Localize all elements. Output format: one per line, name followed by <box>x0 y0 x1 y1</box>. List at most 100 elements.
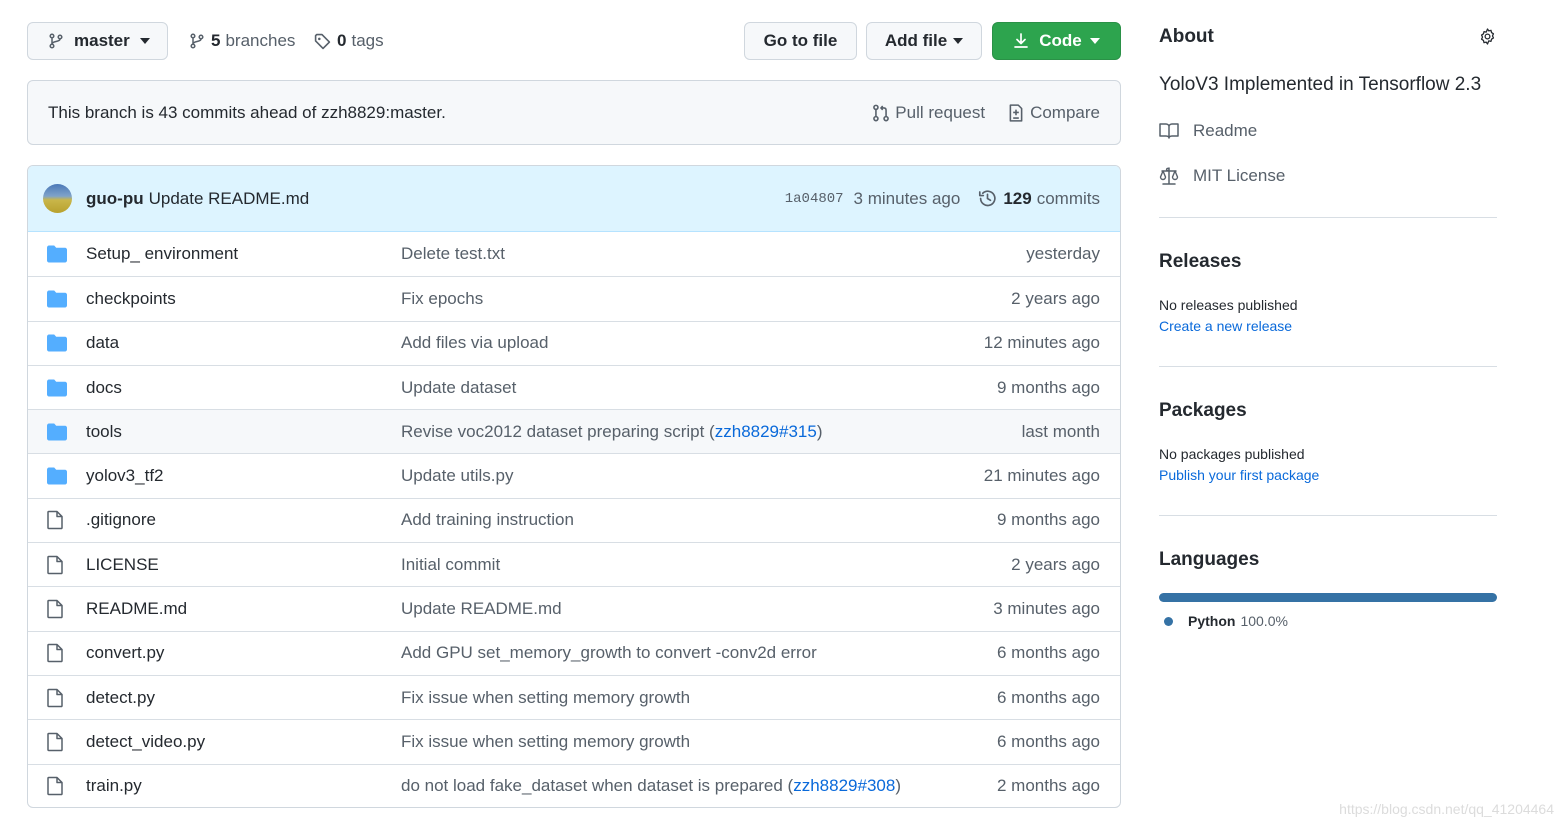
compare-link[interactable]: Compare <box>1007 103 1100 123</box>
file-commit-age: 9 months ago <box>996 510 1100 530</box>
go-to-file-label: Go to file <box>763 31 838 50</box>
file-row[interactable]: data Add files via upload 12 minutes ago <box>28 320 1120 365</box>
law-icon <box>1159 167 1179 185</box>
diff-icon <box>1009 103 1023 122</box>
chevron-down-icon <box>139 38 150 44</box>
pull-request-icon <box>873 104 890 121</box>
commit-message-text: do not load fake_dataset when dataset is… <box>401 776 794 796</box>
about-heading: About <box>1159 26 1214 47</box>
file-name-link[interactable]: Setup_ environment <box>86 244 238 264</box>
file-row[interactable]: detect_video.py Fix issue when setting me… <box>28 719 1120 763</box>
file-icon <box>47 644 63 663</box>
commit-author[interactable]: guo-pu <box>86 189 144 209</box>
go-to-file-button[interactable]: Go to file <box>744 22 857 60</box>
language-item[interactable]: Python 100.0% <box>1164 613 1288 629</box>
file-name-link[interactable]: README.md <box>86 599 187 619</box>
ahead-text: This branch is 43 commits ahead of zzh88… <box>48 102 446 122</box>
file-row[interactable]: yolov3_tf2 Update utils.py 21 minutes ago <box>28 453 1120 497</box>
commit-message-text: Add files via upload <box>401 333 549 353</box>
file-commit-message[interactable]: do not load fake_dataset when dataset is… <box>401 776 901 796</box>
tags-link[interactable]: 0 tags <box>314 22 384 60</box>
file-icon <box>47 732 63 752</box>
file-commit-message[interactable]: Add files via upload <box>401 333 548 353</box>
file-name-link[interactable]: yolov3_tf2 <box>86 466 164 486</box>
file-row[interactable]: train.py do not load fake_dataset when da… <box>28 763 1120 807</box>
file-commit-message[interactable]: Fix issue when setting memory growth <box>401 732 690 752</box>
file-name-link[interactable]: detect_video.py <box>86 732 205 752</box>
readme-link[interactable]: Readme <box>1159 121 1257 141</box>
commits-history-link[interactable]: 129 commits <box>978 189 1100 209</box>
file-row[interactable]: docs Update dataset 9 months ago <box>28 364 1120 409</box>
branches-link[interactable]: 5 branches <box>189 22 295 60</box>
gear-icon[interactable] <box>1478 27 1497 46</box>
branches-count: 5 <box>211 31 221 50</box>
file-name-link[interactable]: LICENSE <box>86 555 159 575</box>
avatar[interactable] <box>43 184 72 213</box>
file-commit-message[interactable]: Update README.md <box>401 599 562 619</box>
releases-heading[interactable]: Releases <box>1159 251 1241 273</box>
file-commit-message[interactable]: Fix epochs <box>401 289 483 309</box>
file-row[interactable]: README.md Update README.md 3 minutes ago <box>28 586 1120 630</box>
publish-package-link[interactable]: Publish your first package <box>1159 467 1319 483</box>
file-commit-age: 21 minutes ago <box>983 466 1100 486</box>
tags-count: 0 <box>337 31 347 50</box>
file-row[interactable]: detect.py Fix issue when setting memory g… <box>28 674 1120 719</box>
code-button[interactable]: Code <box>992 22 1121 60</box>
chevron-down-icon <box>1089 38 1100 44</box>
file-commit-age: 3 minutes ago <box>993 599 1100 619</box>
pull-request-link[interactable]: Pull request <box>872 103 985 123</box>
packages-heading[interactable]: Packages <box>1159 400 1247 422</box>
file-name-link[interactable]: checkpoints <box>86 289 176 309</box>
history-icon <box>979 190 997 207</box>
commit-message-text: Update README.md <box>401 599 562 619</box>
branch-select-button[interactable]: master <box>27 22 168 60</box>
commit-message-text: Revise voc2012 dataset preparing script … <box>401 421 715 441</box>
file-list: Setup_ environment Delete test.txt yesterd… <box>28 232 1120 807</box>
commit-sha[interactable]: 1a04807 <box>785 191 844 207</box>
file-row[interactable]: tools Revise voc2012 dataset preparing sc… <box>28 409 1120 454</box>
file-name-link[interactable]: detect.py <box>86 688 155 708</box>
file-row[interactable]: checkpoints Fix epochs 2 years ago <box>28 276 1120 320</box>
commit-time: 3 minutes ago <box>853 188 961 208</box>
language-percent: 100.0% <box>1240 613 1288 629</box>
file-name-link[interactable]: docs <box>86 378 122 398</box>
file-name-link[interactable]: tools <box>86 422 122 442</box>
commit-message-text: Fix issue when setting memory growth <box>401 731 691 751</box>
commit-message-text: Fix issue when setting memory growth <box>401 687 691 707</box>
file-row[interactable]: .gitignore Add training instruction 9 mont… <box>28 497 1120 542</box>
license-link[interactable]: MIT License <box>1159 166 1285 186</box>
file-row[interactable]: LICENSE Initial commit 2 years ago <box>28 542 1120 586</box>
file-commit-message[interactable]: Revise voc2012 dataset preparing script … <box>401 422 823 442</box>
commit-message-text: Add GPU set_memory_growth to convert -co… <box>401 643 817 663</box>
file-name-link[interactable]: train.py <box>86 776 142 796</box>
folder-icon <box>47 290 67 308</box>
file-row[interactable]: Setup_ environment Delete test.txt yesterd… <box>28 232 1120 276</box>
file-commit-message[interactable]: Fix issue when setting memory growth <box>401 688 690 708</box>
latest-commit-bar: guo-pu Update README.md 1a04807 3 minute… <box>28 166 1120 232</box>
issue-reference-link[interactable]: zzh8829#315 <box>715 422 817 441</box>
chevron-down-icon <box>953 38 964 44</box>
file-commit-age: 9 months ago <box>996 377 1100 397</box>
commit-message[interactable]: Update README.md <box>149 189 310 209</box>
file-name-link[interactable]: .gitignore <box>86 510 156 530</box>
file-commit-age: 6 months ago <box>996 731 1100 751</box>
file-row[interactable]: convert.py Add GPU set_memory_growth to c… <box>28 630 1120 675</box>
file-commit-age: 6 months ago <box>996 643 1100 663</box>
add-file-button[interactable]: Add file <box>866 22 982 60</box>
issue-reference-link[interactable]: zzh8829#308 <box>793 776 895 795</box>
packages-empty-text: No packages published <box>1159 446 1305 462</box>
sidebar-divider <box>1159 366 1497 367</box>
file-name-link[interactable]: convert.py <box>86 643 164 663</box>
file-commit-message[interactable]: Delete test.txt <box>401 244 505 264</box>
file-commit-age: last month <box>1021 421 1100 441</box>
file-name-link[interactable]: data <box>86 333 119 353</box>
file-commit-message[interactable]: Initial commit <box>401 555 500 575</box>
file-commit-message[interactable]: Add training instruction <box>401 510 574 530</box>
file-commit-message[interactable]: Update utils.py <box>401 466 513 486</box>
file-icon <box>47 599 63 619</box>
folder-icon <box>47 379 67 397</box>
file-commit-message[interactable]: Update dataset <box>401 378 516 398</box>
file-commit-message[interactable]: Add GPU set_memory_growth to convert -co… <box>401 643 817 663</box>
create-release-link[interactable]: Create a new release <box>1159 318 1292 334</box>
file-icon <box>47 688 63 707</box>
